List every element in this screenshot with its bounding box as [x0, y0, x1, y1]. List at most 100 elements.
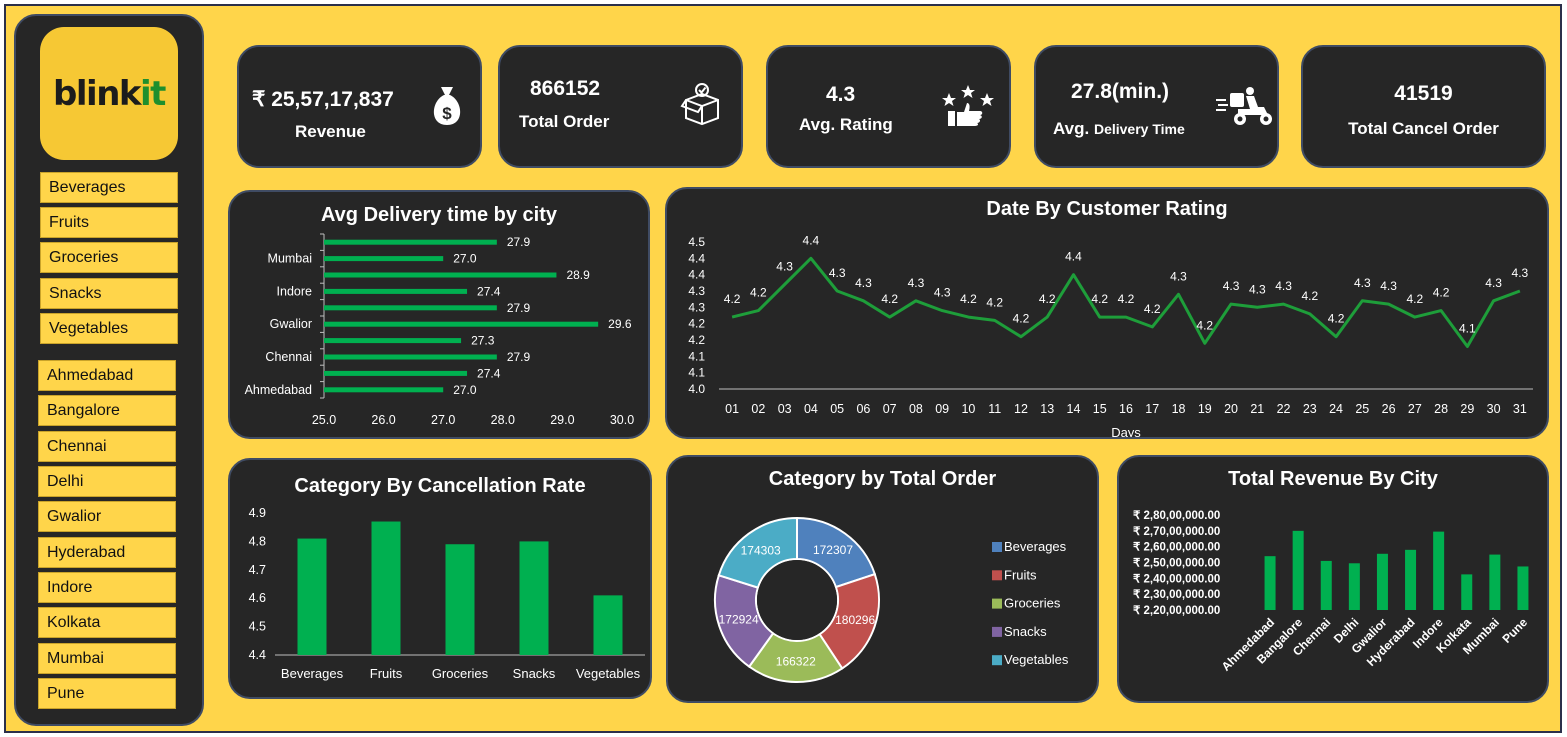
cancel-y-tick-label: 4.5 [249, 620, 266, 634]
orders-legend-swatch [992, 598, 1002, 609]
delivery-data-label: 28.9 [566, 268, 590, 282]
slicer-city-chennai[interactable]: Chennai [38, 431, 176, 462]
delivery-x-tick-label: 29.0 [550, 413, 574, 427]
orders-data-label: 166322 [776, 654, 816, 668]
kpi-cancel-value: 41519 [1394, 82, 1453, 105]
delivery-scooter-icon [1216, 87, 1272, 125]
rating-x-tick-label: 05 [830, 402, 844, 416]
rating-y-tick-label: 4.1 [688, 366, 705, 380]
orders-legend-swatch [992, 655, 1002, 666]
slicer-city-pune[interactable]: Pune [38, 678, 176, 709]
rating-x-tick-label: 19 [1198, 402, 1212, 416]
rating-x-tick-label: 22 [1277, 402, 1291, 416]
delivery-data-label: 27.9 [507, 350, 531, 364]
slicer-city-kolkata[interactable]: Kolkata [38, 607, 176, 638]
rating-data-label: 4.2 [1301, 289, 1318, 303]
slicer-city-bangalore[interactable]: Bangalore [38, 395, 176, 426]
rating-x-tick-label: 24 [1329, 402, 1343, 416]
orders-by-category-panel: Category by Total Order 172307 180296 1663… [666, 455, 1099, 703]
box-check-icon [680, 83, 719, 126]
delivery-bar-gwalior [324, 321, 599, 327]
rating-data-label: 4.2 [986, 295, 1003, 309]
slicer-category-groceries[interactable]: Groceries [40, 242, 178, 273]
revenue-bar-indore [1433, 531, 1445, 610]
rating-x-tick-label: 16 [1119, 402, 1133, 416]
kpi-delivery-label-prefix: Avg. [1053, 119, 1090, 138]
delivery-category-label: Gwalior [270, 317, 312, 331]
slicer-city-delhi[interactable]: Delhi [38, 466, 176, 497]
delivery-bar-pune [324, 239, 497, 245]
rating-x-tick-label: 14 [1067, 402, 1081, 416]
orders-data-label: 174303 [741, 543, 781, 557]
revenue-y-tick-label: ₹ 2,80,00,000.00 [1133, 510, 1220, 522]
rating-data-label: 4.3 [855, 276, 872, 290]
cancel-y-tick-label: 4.4 [249, 648, 266, 662]
orders-legend-swatch [992, 570, 1002, 581]
delivery-bar-indore [324, 288, 468, 294]
revenue-bar-delhi [1348, 563, 1360, 610]
rating-data-label: 4.2 [1039, 292, 1056, 306]
rating-x-tick-label: 25 [1355, 402, 1369, 416]
slicer-city-gwalior[interactable]: Gwalior [38, 501, 176, 532]
rating-data-label: 4.2 [1196, 318, 1213, 332]
orders-by-category-chart: 172307 180296 166322 172924 174303 Beverages F… [714, 516, 1069, 683]
rating-x-tick-label: 15 [1093, 402, 1107, 416]
delivery-by-city-chart: 27.0 Ahmedabad 27.4 27.9 Chennai 27.3 29.6 Gwal… [245, 233, 634, 427]
slicer-category-vegetables[interactable]: Vegetables [40, 313, 178, 344]
orders-donut-hole [757, 560, 837, 640]
rating-x-tick-label: 21 [1250, 402, 1264, 416]
kpi-delivery-value: 27.8(min.) [1071, 80, 1170, 103]
orders-legend-swatch [992, 542, 1002, 552]
delivery-bar-hyderabad [324, 305, 497, 311]
orders-legend-label: Fruits [1004, 567, 1037, 582]
cancel-bar-vegetables [593, 595, 623, 655]
slicer-city-hyderabad[interactable]: Hyderabad [38, 537, 176, 568]
cancel-y-tick-label: 4.7 [249, 563, 266, 577]
rating-y-tick-label: 4.3 [688, 300, 705, 314]
blinkit-logo: blink it [40, 27, 178, 160]
rating-y-tick-label: 4.1 [688, 349, 705, 363]
rating-data-label: 4.3 [1170, 269, 1187, 283]
rating-by-date-panel: Date By Customer Rating 4.0 4.1 4.1 4.2 4.2 4… [665, 187, 1549, 439]
rating-x-tick-label: 01 [725, 402, 739, 416]
delivery-bar-mumbai [324, 256, 444, 262]
delivery-bar-ahmedabad [324, 387, 444, 393]
rating-y-tick-label: 4.2 [688, 333, 705, 347]
slicer-category-beverages[interactable]: Beverages [40, 172, 178, 203]
kpi-orders-card: 866152 Total Order [498, 45, 743, 168]
delivery-data-label: 27.9 [507, 235, 531, 249]
cancel-bar-snacks [519, 541, 549, 655]
delivery-x-tick-label: 30.0 [610, 413, 634, 427]
rating-x-tick-label: 17 [1145, 402, 1159, 416]
delivery-data-label: 27.4 [477, 366, 501, 380]
revenue-bar-bangalore [1292, 530, 1304, 610]
cancel-category-label: Beverages [281, 666, 344, 681]
rating-y-tick-label: 4.4 [688, 268, 705, 282]
rating-x-tick-label: 10 [961, 402, 975, 416]
rating-data-label: 4.3 [1512, 266, 1529, 280]
rating-by-date-chart: 4.0 4.1 4.1 4.2 4.2 4.3 4.3 4.4 4.4 4.5 4.2 01 4.2 02… [688, 233, 1533, 437]
revenue-bar-gwalior [1376, 553, 1388, 610]
slicer-city-indore[interactable]: Indore [38, 572, 176, 603]
rating-y-tick-label: 4.2 [688, 317, 705, 331]
delivery-by-city-panel: Avg Delivery time by city 27.0 Ahmedabad 2… [228, 190, 650, 439]
rating-data-label: 4.3 [829, 266, 846, 280]
kpi-delivery-card: 27.8(min.) Avg. Delivery Time [1034, 45, 1279, 168]
rating-x-axis-title: Days [1111, 425, 1141, 437]
kpi-rating-label: Avg. Rating [799, 115, 893, 134]
slicer-category-snacks[interactable]: Snacks [40, 278, 178, 309]
rating-x-tick-label: 13 [1040, 402, 1054, 416]
revenue-by-city-panel: Total Revenue By City ₹ 2,20,00,000.00 ₹ … [1117, 455, 1549, 703]
slicer-city-mumbai[interactable]: Mumbai [38, 643, 176, 674]
rating-data-label: 4.4 [803, 233, 820, 247]
cancel-category-label: Vegetables [576, 666, 641, 681]
rating-y-tick-label: 4.3 [688, 284, 705, 298]
rating-x-tick-label: 30 [1487, 402, 1501, 416]
cancel-bar-groceries [445, 544, 475, 655]
slicer-city-ahmedabad[interactable]: Ahmedabad [38, 360, 176, 391]
rating-data-label: 4.3 [1380, 279, 1397, 293]
cancel-category-label: Groceries [432, 666, 489, 681]
slicer-category-fruits[interactable]: Fruits [40, 207, 178, 238]
revenue-bar-mumbai [1489, 554, 1501, 610]
orders-data-label: 180296 [835, 613, 875, 627]
